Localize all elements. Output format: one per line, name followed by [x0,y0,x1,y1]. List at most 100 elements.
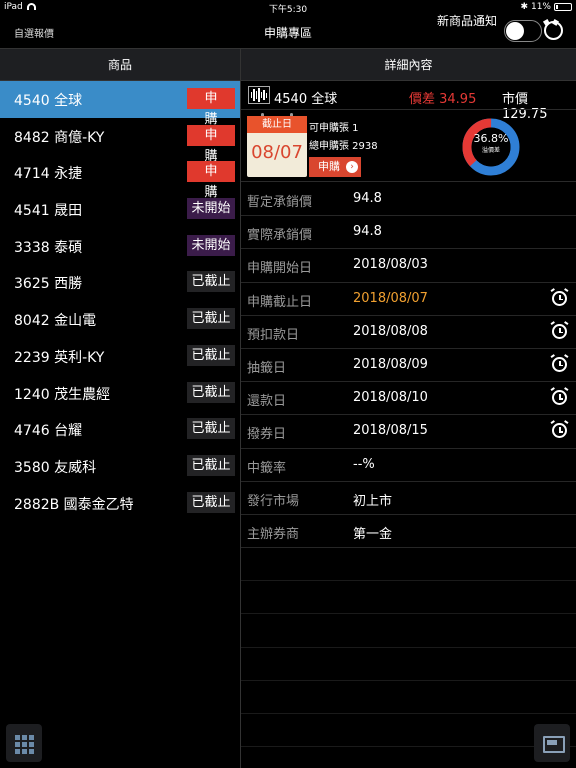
status-badge: 已截止 [187,491,235,513]
field-label: 實際承銷價 [247,228,313,244]
product-name: 4746 台耀 [14,423,83,440]
status-badge: 已截止 [187,418,235,440]
status-badge: 已截止 [187,454,235,476]
field-value: 94.8 [353,224,382,240]
status-badge: 未開始 [187,198,235,220]
detail-field-row: 申購截止日 2018/08/07 [241,283,576,316]
battery-icon [554,3,572,11]
detail-field-row: 申購開始日 2018/08/03 [241,249,576,283]
field-value: 2018/08/08 [353,323,428,339]
alarm-clock-icon[interactable] [550,287,569,306]
product-row[interactable]: 1240 茂生農經 已截止 [0,375,240,412]
status-badge: 已截止 [187,344,235,366]
product-row[interactable]: 3625 西勝 已截止 [0,264,240,301]
product-name: 1240 茂生農經 [14,386,111,403]
calendar-label: 截止日 [247,116,307,133]
field-value: 2018/08/15 [353,423,428,439]
alarm-clock-icon[interactable] [544,21,563,40]
detail-field-row: 主辦券商 第一金 [241,515,576,549]
field-label: 暫定承銷價 [247,195,313,210]
field-value: 2018/08/10 [353,390,428,406]
detail-field-row: 發行市場 初上市 [241,482,576,515]
subscribe-button[interactable]: 申購 › [309,157,361,177]
field-label: 撥券日 [247,427,287,443]
product-name: 8042 金山電 [14,313,97,330]
detail-field-row: 抽籤日 2018/08/09 [241,349,576,383]
alarm-clock-icon[interactable] [550,387,569,406]
field-label: 預扣款日 [247,327,300,343]
field-label: 申購截止日 [247,294,313,310]
field-label: 發行市場 [247,493,300,509]
battery-percent: 11% [530,2,551,12]
status-right: ✱ 11% [520,2,572,12]
empty-row [241,581,576,615]
menu-grid-button[interactable] [6,724,42,762]
product-list: 4540 全球 申購 8482 商億-KY 申購 4714 永捷 申購 4541 晟田 未開始… [0,81,240,521]
product-name: 3625 西勝 [14,276,83,293]
detail-column-header: 詳細內容 [241,48,576,81]
subscribe-button-label: 申購 [318,160,340,173]
detail-stock-name: 4540 全球 [274,92,338,107]
empty-row [241,548,576,582]
product-row[interactable]: 8482 商億-KY 申購 [0,118,240,164]
field-value: 2018/08/07 [353,290,428,306]
detail-field-row: 中籤率 --% [241,449,576,482]
product-row[interactable]: 4746 台耀 已截止 [0,411,240,448]
product-name: 3580 友威科 [14,459,97,476]
alarm-clock-icon[interactable] [550,420,569,439]
product-name: 2239 英利-KY [14,349,105,366]
detail-field-row: 還款日 2018/08/10 [241,382,576,416]
product-row[interactable]: 4540 全球 申購 [0,81,240,127]
alarm-clock-icon[interactable] [550,354,569,372]
toggle-knob [506,22,524,40]
field-value: 94.8 [353,191,382,206]
detail-field-row: 撥券日 2018/08/15 [241,415,576,449]
subscription-card: 截止日 08/07 可申購張 1 總申購張 2938 申購 › 36.8% 溢價… [241,109,576,182]
chevron-right-icon: › [346,161,358,173]
product-row[interactable]: 3580 友威科 已截止 [0,448,240,485]
field-value: 第一金 [353,526,393,542]
field-label: 抽籤日 [247,360,287,376]
field-value: --% [353,456,375,472]
detail-field-row: 預扣款日 2018/08/08 [241,316,576,349]
status-badge: 申購 [187,88,235,127]
status-badge: 已截止 [187,308,235,330]
product-row[interactable]: 2239 英利-KY 已截止 [0,338,240,375]
calendar-date: 08/07 [251,142,303,163]
product-name: 2882B 國泰金乙特 [14,496,134,513]
product-row[interactable]: 2882B 國泰金乙特 已截止 [0,485,240,522]
product-name: 8482 商億-KY [14,129,105,146]
product-name: 4540 全球 [14,93,83,109]
product-name: 3338 泰碩 [14,239,83,256]
waveform-icon [248,86,270,104]
product-name: 4541 晟田 [14,203,83,220]
product-row[interactable]: 8042 金山電 已截止 [0,301,240,338]
notify-toggle[interactable] [504,20,542,42]
detail-field-row: 實際承銷價 94.8 [241,216,576,250]
status-badge: 已截止 [187,381,235,403]
empty-row [241,681,576,714]
donut-subtext: 溢價差 [481,147,500,154]
detail-field-row: 暫定承銷價 94.8 [241,183,576,217]
product-row[interactable]: 4714 永捷 申購 [0,154,240,200]
alarm-clock-icon[interactable] [550,320,569,339]
status-badge: 申購 [187,124,235,164]
field-value: 2018/08/03 [353,257,428,273]
donut-label: 36.8% 溢價差 [461,132,521,154]
price-diff: 價差 34.95 [409,92,477,107]
total-applied-lots: 總申購張 2938 [309,141,378,152]
notify-label: 新商品通知 [437,14,498,28]
field-label: 中籤率 [247,460,287,476]
status-badge: 未開始 [187,234,235,256]
status-badge: 申購 [187,161,235,200]
screen-layout-button[interactable] [534,724,570,762]
field-label: 還款日 [247,394,287,410]
empty-row [241,648,576,681]
empty-row [241,714,576,748]
field-value: 2018/08/09 [353,356,428,372]
donut-percent: 36.8% [473,132,509,145]
product-row[interactable]: 3338 泰碩 未開始 [0,228,240,265]
field-label: 主辦券商 [247,526,300,542]
product-row[interactable]: 4541 晟田 未開始 [0,191,240,228]
field-value: 初上市 [353,493,393,509]
